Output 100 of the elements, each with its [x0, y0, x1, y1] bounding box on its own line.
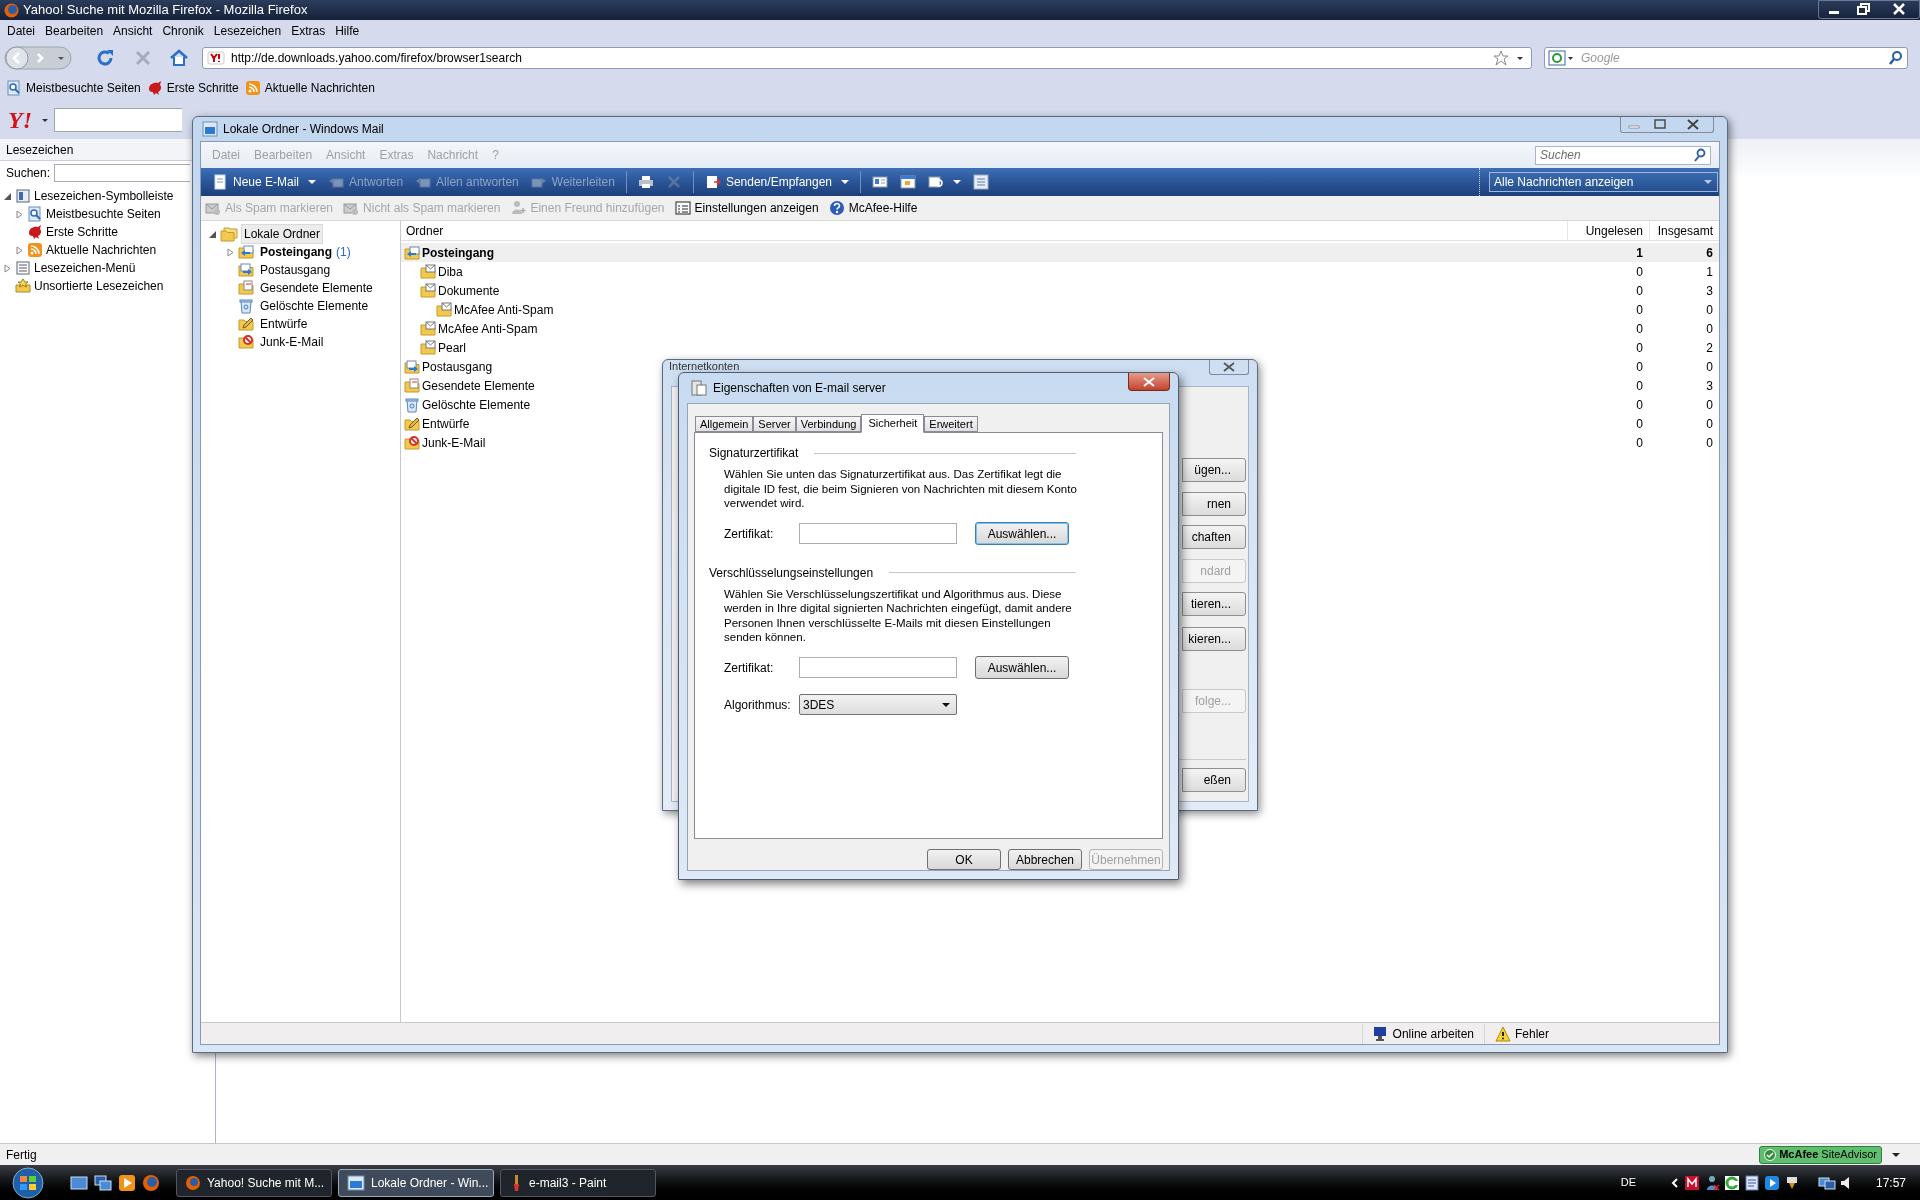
search-field[interactable]: Suchen — [1535, 145, 1711, 165]
caret-icon — [841, 178, 849, 186]
menu-item[interactable]: Extras — [286, 21, 331, 40]
folder-tree-item[interactable]: Lokale Ordner — [241, 224, 324, 244]
view-filter-dropdown[interactable]: Alle Nachrichten anzeigen — [1489, 172, 1718, 192]
tab[interactable]: Erweitert — [924, 416, 978, 432]
menu-item[interactable]: Chronik — [157, 21, 209, 40]
home-icon[interactable] — [168, 47, 190, 69]
siteadvisor-badge[interactable]: McAfee SiteAdvisor — [1759, 1145, 1882, 1164]
search-icon[interactable] — [1693, 147, 1707, 162]
speaker-icon[interactable] — [1839, 1174, 1852, 1191]
collapsed-arrow-icon[interactable] — [226, 247, 235, 257]
menu-item[interactable]: Datei — [2, 21, 40, 40]
close-icon — [1142, 376, 1156, 387]
choose-button[interactable]: Auswählen... — [975, 522, 1069, 545]
folder-tree-item[interactable]: Gesendete Elemente — [257, 278, 376, 298]
bookmark-item[interactable]: Unsortierte Lesezeichen — [34, 277, 164, 295]
button[interactable]: tieren... — [1182, 592, 1246, 616]
menu-item[interactable]: Hilfe — [330, 21, 365, 40]
toolbar-search-field[interactable] — [54, 108, 182, 132]
unsorted-bookmarks-icon — [15, 278, 31, 294]
firefox-logo-icon — [4, 2, 19, 18]
algorithm-dropdown[interactable]: 3DES — [799, 694, 957, 715]
close-button[interactable] — [1128, 373, 1170, 391]
menu-item[interactable]: Ansicht — [108, 21, 158, 40]
search-icon[interactable] — [1888, 50, 1904, 66]
new-mail-button[interactable]: Neue E-Mail — [207, 170, 322, 194]
bookmark-item[interactable]: Lesezeichen-Menü — [34, 259, 136, 277]
button[interactable]: eßen — [1182, 768, 1246, 792]
show-desktop-icon[interactable] — [70, 1174, 88, 1191]
column-header[interactable]: Ungelesen — [1567, 220, 1649, 241]
dialog-button[interactable]: OK — [927, 849, 1001, 870]
certificate-field[interactable] — [799, 657, 957, 678]
send-receive-button[interactable]: Senden/Empfangen — [699, 170, 854, 194]
chevron-left-icon[interactable] — [1669, 1176, 1680, 1189]
bookmark-link[interactable]: Meistbesuchte Seiten — [26, 79, 141, 97]
collapsed-arrow-icon[interactable] — [3, 263, 12, 273]
menu-item[interactable]: Lesezeichen — [208, 21, 287, 40]
choose-button[interactable]: Auswählen... — [975, 656, 1069, 679]
button[interactable]: kieren... — [1182, 627, 1246, 651]
address-bar[interactable]: http://de.downloads.yahoo.com/firefox/browser1search — [202, 47, 1532, 69]
dialog-button[interactable]: Abbrechen — [1008, 849, 1082, 870]
search-label: Suchen: — [6, 165, 51, 182]
bookmark-link[interactable]: Aktuelle Nachrichten — [264, 79, 375, 97]
folder-tree-item[interactable]: Gelöschte Elemente — [257, 296, 372, 316]
bookmark-item[interactable]: Lesezeichen-Symbolleiste — [34, 187, 174, 205]
status-text: Online arbeiten — [1392, 1025, 1474, 1043]
column-header[interactable]: Ordner — [401, 221, 1567, 240]
layout-icon — [973, 174, 989, 190]
certificate-field[interactable] — [799, 523, 957, 544]
play-icon[interactable] — [1763, 1174, 1780, 1191]
folder-name: Postausgang — [422, 358, 493, 376]
taskbar-button[interactable]: Lokale Ordner - Win... — [338, 1168, 494, 1197]
taskbar-button[interactable]: Yahoo! Suche mit M... — [176, 1168, 332, 1197]
folder-tree-item[interactable]: Posteingang (1) — [257, 242, 354, 262]
magnifier-page-icon — [6, 80, 22, 96]
media-player-icon[interactable] — [118, 1173, 136, 1192]
menu-folder-icon — [15, 260, 31, 276]
firefox-logo-icon[interactable] — [142, 1173, 160, 1192]
toolbar-link[interactable]: McAfee-Hilfe — [848, 199, 918, 217]
search-engine-icon[interactable] — [1547, 49, 1575, 67]
button[interactable]: rnen — [1182, 492, 1246, 516]
menu-item[interactable]: Bearbeiten — [40, 21, 109, 40]
tab[interactable]: Verbindung — [795, 416, 862, 432]
c-logo-icon[interactable] — [1723, 1174, 1740, 1191]
collapsed-arrow-icon[interactable] — [15, 209, 24, 219]
tab[interactable]: Sicherheit — [861, 414, 925, 433]
close-button[interactable] — [1209, 360, 1249, 375]
folder-tree-item[interactable]: Entwürfe — [257, 314, 311, 334]
network-icon[interactable] — [1817, 1174, 1836, 1191]
bookmark-item[interactable]: Meistbesuchte Seiten — [46, 205, 161, 223]
bookmark-item[interactable]: Erste Schritte — [46, 223, 119, 241]
clock[interactable]: 17:57 — [1875, 1173, 1906, 1192]
star-icon[interactable] — [1493, 50, 1509, 66]
column-header[interactable]: Insgesamt — [1649, 220, 1719, 241]
taskbar-button[interactable]: e-mail3 - Paint — [500, 1168, 656, 1197]
mcafee-icon[interactable] — [1683, 1174, 1700, 1191]
unread-count: 0 — [1635, 301, 1644, 319]
dialog-title: Internetkonten — [669, 360, 740, 372]
button[interactable]: chaften — [1182, 525, 1246, 549]
search-field[interactable]: Google — [1544, 47, 1908, 69]
toolbar-link[interactable]: Einstellungen anzeigen — [694, 199, 819, 217]
folder-tree-item[interactable]: Postausgang — [257, 260, 334, 280]
bookmark-link[interactable]: Erste Schritte — [166, 79, 239, 97]
yahoo-logo[interactable]: Y! — [8, 108, 32, 132]
collapsed-arrow-icon[interactable] — [15, 245, 24, 255]
switch-windows-icon[interactable] — [94, 1174, 112, 1191]
tab[interactable]: Allgemein — [695, 416, 754, 432]
folder-row[interactable]: Posteingang 1 6 — [401, 243, 1719, 262]
folder-tree-item[interactable]: Junk-E-Mail — [257, 332, 327, 352]
button[interactable]: ügen... — [1182, 458, 1246, 482]
section-title: Verschlüsselungseinstellungen — [709, 564, 874, 582]
tab[interactable]: Server — [753, 416, 796, 432]
total-count: 2 — [1705, 339, 1714, 357]
bookmark-item[interactable]: Aktuelle Nachrichten — [46, 241, 157, 259]
expanded-arrow-icon[interactable] — [3, 191, 12, 201]
expanded-arrow-icon[interactable] — [208, 229, 217, 239]
document-icon[interactable] — [1743, 1174, 1760, 1191]
language-indicator[interactable]: DE — [1620, 1174, 1636, 1191]
sidebar-search-field[interactable] — [54, 164, 191, 182]
